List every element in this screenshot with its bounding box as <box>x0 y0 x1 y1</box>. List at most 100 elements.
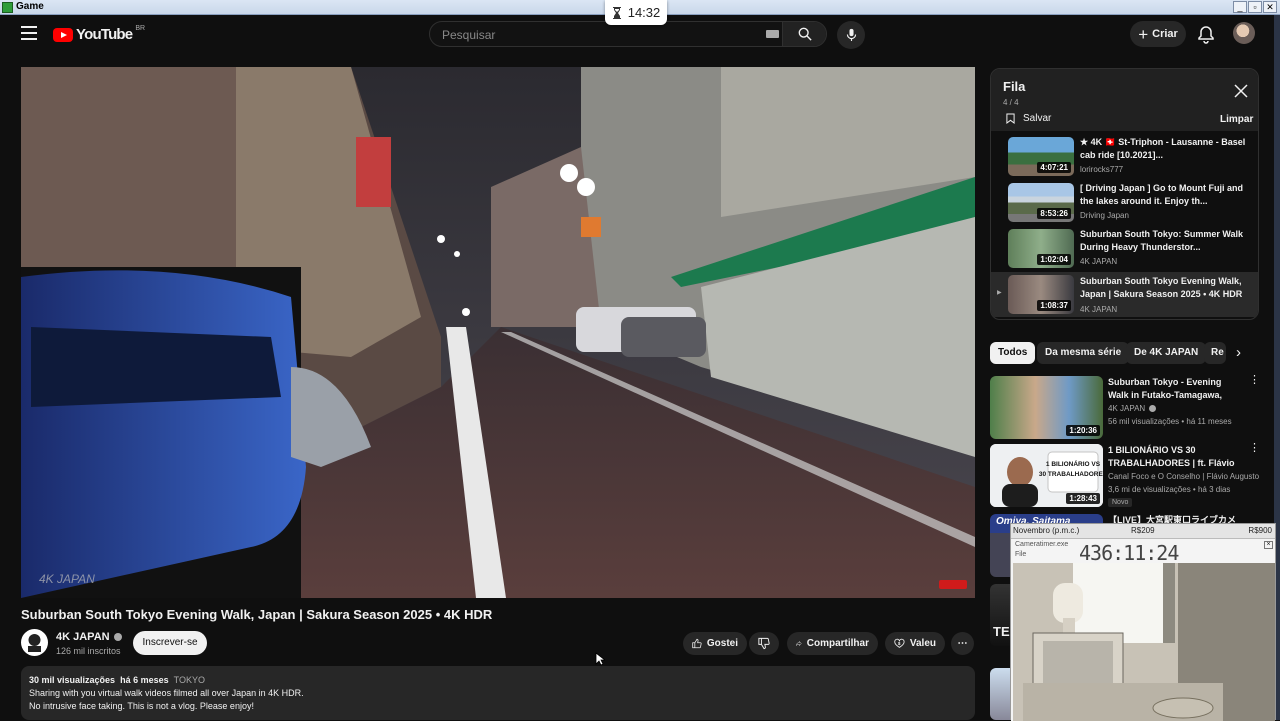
minimize-button[interactable]: _ <box>1233 1 1247 13</box>
channel-name-text: 4K JAPAN <box>56 631 110 643</box>
thumbs-down-icon <box>758 637 770 650</box>
new-badge: Novo <box>1108 498 1133 507</box>
svg-text:$: $ <box>898 641 901 646</box>
more-actions-button[interactable]: ⋯ <box>951 632 974 655</box>
chip-all[interactable]: Todos <box>990 342 1036 364</box>
recommendation-item[interactable]: 1:20:36 Suburban Tokyo - Evening Walk in… <box>990 375 1260 440</box>
thanks-button[interactable]: $ Valeu <box>885 632 945 655</box>
close-window-button[interactable]: ✕ <box>1263 1 1277 13</box>
queue-item-title: ★ 4K 🇨🇭 St-Triphon - Lausanne - Basel ca… <box>1080 137 1246 160</box>
queue-title: Fila <box>1003 79 1026 94</box>
recommendation-thumbnail: 1:20:36 <box>990 376 1103 439</box>
webcam-feed <box>1013 563 1275 721</box>
youtube-logo[interactable]: YouTube BR <box>53 25 145 43</box>
recommendation-channel: Canal Foco e O Conselho | Flávio Augusto <box>1108 472 1260 481</box>
search-button[interactable] <box>782 22 826 46</box>
recommendation-thumbnail-partial[interactable]: TE <box>990 584 1010 646</box>
search-input[interactable] <box>442 26 752 43</box>
more-vertical-icon[interactable]: ⋮ <box>1249 375 1260 386</box>
overlay-month: Novembro (p.m.c.) <box>1013 526 1080 535</box>
svg-text:30 TRABALHADORES: 30 TRABALHADORES <box>1039 471 1103 478</box>
save-label: Salvar <box>1023 113 1052 124</box>
hourglass-icon <box>612 6 621 19</box>
share-button[interactable]: Compartilhar <box>787 632 878 655</box>
verified-icon <box>1149 405 1157 412</box>
subscribe-watermark-icon[interactable] <box>939 580 967 589</box>
create-button[interactable]: + Criar <box>1130 21 1186 47</box>
filter-chips: Todos Da mesma série De 4K JAPAN Re › <box>990 342 1259 364</box>
overlay-close-button[interactable]: × <box>1264 541 1273 549</box>
logo-text: YouTube <box>76 26 133 43</box>
close-queue-icon[interactable] <box>1234 84 1248 98</box>
recommendation-title: Suburban Tokyo - Evening Walk in Futako-… <box>1108 377 1223 400</box>
duration-badge: 8:53:26 <box>1037 208 1071 219</box>
thanks-label: Valeu <box>909 638 936 649</box>
save-queue-button[interactable]: Salvar <box>1006 113 1051 124</box>
description-box[interactable]: 30 mil visualizações há 6 meses TOKYO Sh… <box>21 666 975 720</box>
like-label: Gostei <box>706 638 738 649</box>
description-line: No intrusive face taking. This is not a … <box>29 701 254 711</box>
clear-queue-button[interactable]: Limpar <box>1220 114 1253 125</box>
overlay-camera-window: Cameratimer.exe × File 436:11:24 <box>1011 538 1275 721</box>
queue-item[interactable]: 4:07:21 ★ 4K 🇨🇭 St-Triphon - Lausanne - … <box>991 136 1258 181</box>
queue-item-current[interactable]: ▶ 1:08:37 Suburban South Tokyo Evening W… <box>991 272 1258 317</box>
microphone-icon <box>846 28 857 41</box>
queue-item-channel: lorirocks777 <box>1080 165 1124 174</box>
recommendation-channel: 4K JAPAN <box>1108 404 1157 413</box>
duration-badge: 1:08:37 <box>1037 300 1071 311</box>
queue-item-title: Suburban South Tokyo: Summer Walk During… <box>1080 229 1244 252</box>
queue-header: Fila 4 / 4 Salvar Limpar <box>991 69 1258 131</box>
webcam-image <box>1013 563 1275 721</box>
queue-item[interactable]: 1:02:04 Suburban South Tokyo: Summer Wal… <box>991 228 1258 273</box>
queue-thumbnail: 1:08:37 <box>1008 275 1074 314</box>
keyboard-icon[interactable] <box>766 30 779 38</box>
recommendation-meta: 56 mil visualizações • há 11 meses <box>1108 417 1232 426</box>
recommendation-title: 1 BILIONÁRIO VS 30 TRABALHADORES | ft. F… <box>1108 445 1235 468</box>
menu-icon[interactable] <box>21 26 37 40</box>
overlay-clock: 436:11:24 <box>1079 541 1179 565</box>
overlay-budget-bar: Novembro (p.m.c.) R$209 R$900 <box>1011 524 1275 538</box>
chip-from-channel[interactable]: De 4K JAPAN <box>1126 342 1207 364</box>
super-thanks-icon: $ <box>894 638 905 648</box>
queue-thumbnail: 8:53:26 <box>1008 183 1074 222</box>
channel-avatar[interactable] <box>21 629 48 656</box>
subscriber-count: 126 mil inscritos <box>56 646 121 656</box>
recommendation-meta: 3,6 mi de visualizações • há 3 dias <box>1108 485 1231 494</box>
duration-badge: 1:28:43 <box>1066 493 1100 504</box>
location-tag[interactable]: TOKYO <box>174 675 205 685</box>
recommendation-thumbnail: 1 BILIONÁRIO VS 30 TRABALHADORES 1:28:43 <box>990 444 1103 507</box>
channel-name[interactable]: 4K JAPAN <box>56 631 122 643</box>
queue-thumbnail: 1:02:04 <box>1008 229 1074 268</box>
queue-item-channel: Driving Japan <box>1080 211 1129 220</box>
dislike-button[interactable] <box>749 632 779 655</box>
queue-item-title: Suburban South Tokyo Evening Walk, Japan… <box>1080 276 1243 299</box>
chevron-right-icon[interactable]: › <box>1236 344 1241 361</box>
queue-item[interactable]: 8:53:26 [ Driving Japan ] Go to Mount Fu… <box>991 182 1258 227</box>
youtube-play-icon <box>53 27 73 42</box>
camera-overlay-window[interactable]: Novembro (p.m.c.) R$209 R$900 Cameratime… <box>1010 523 1276 721</box>
chip-related[interactable]: Re <box>1204 342 1226 364</box>
chip-same-series[interactable]: Da mesma série <box>1037 342 1130 364</box>
like-button[interactable]: Gostei <box>683 632 747 655</box>
overlay-amount: R$900 <box>1248 526 1272 535</box>
account-avatar[interactable] <box>1233 22 1255 44</box>
duration-badge: 1:20:36 <box>1066 425 1100 436</box>
voice-search-button[interactable] <box>837 21 865 49</box>
recommendation-channel-text: 4K JAPAN <box>1108 404 1146 413</box>
more-vertical-icon[interactable]: ⋮ <box>1249 443 1260 454</box>
view-count: 30 mil visualizações <box>29 675 116 685</box>
description-meta: 30 mil visualizações há 6 meses TOKYO <box>29 674 967 687</box>
overlay-menu-file[interactable]: File <box>1015 551 1026 558</box>
svg-text:1 BILIONÁRIO VS: 1 BILIONÁRIO VS <box>1046 459 1101 468</box>
queue-panel: Fila 4 / 4 Salvar Limpar 4:07:21 ★ 4K 🇨🇭… <box>990 68 1259 320</box>
recommendation-item[interactable]: 1 BILIONÁRIO VS 30 TRABALHADORES 1:28:43… <box>990 443 1260 508</box>
recommendation-thumbnail-partial[interactable] <box>990 668 1010 720</box>
app-icon <box>2 2 13 13</box>
mouse-cursor-icon <box>595 652 605 666</box>
video-player[interactable]: 4K JAPAN <box>21 67 975 598</box>
now-playing-icon: ▶ <box>997 290 1002 296</box>
subscribe-button[interactable]: Inscrever-se <box>133 631 207 655</box>
notifications-bell-icon[interactable] <box>1196 24 1216 44</box>
queue-item-channel: 4K JAPAN <box>1080 257 1118 266</box>
maximize-button[interactable]: ▫ <box>1248 1 1262 13</box>
